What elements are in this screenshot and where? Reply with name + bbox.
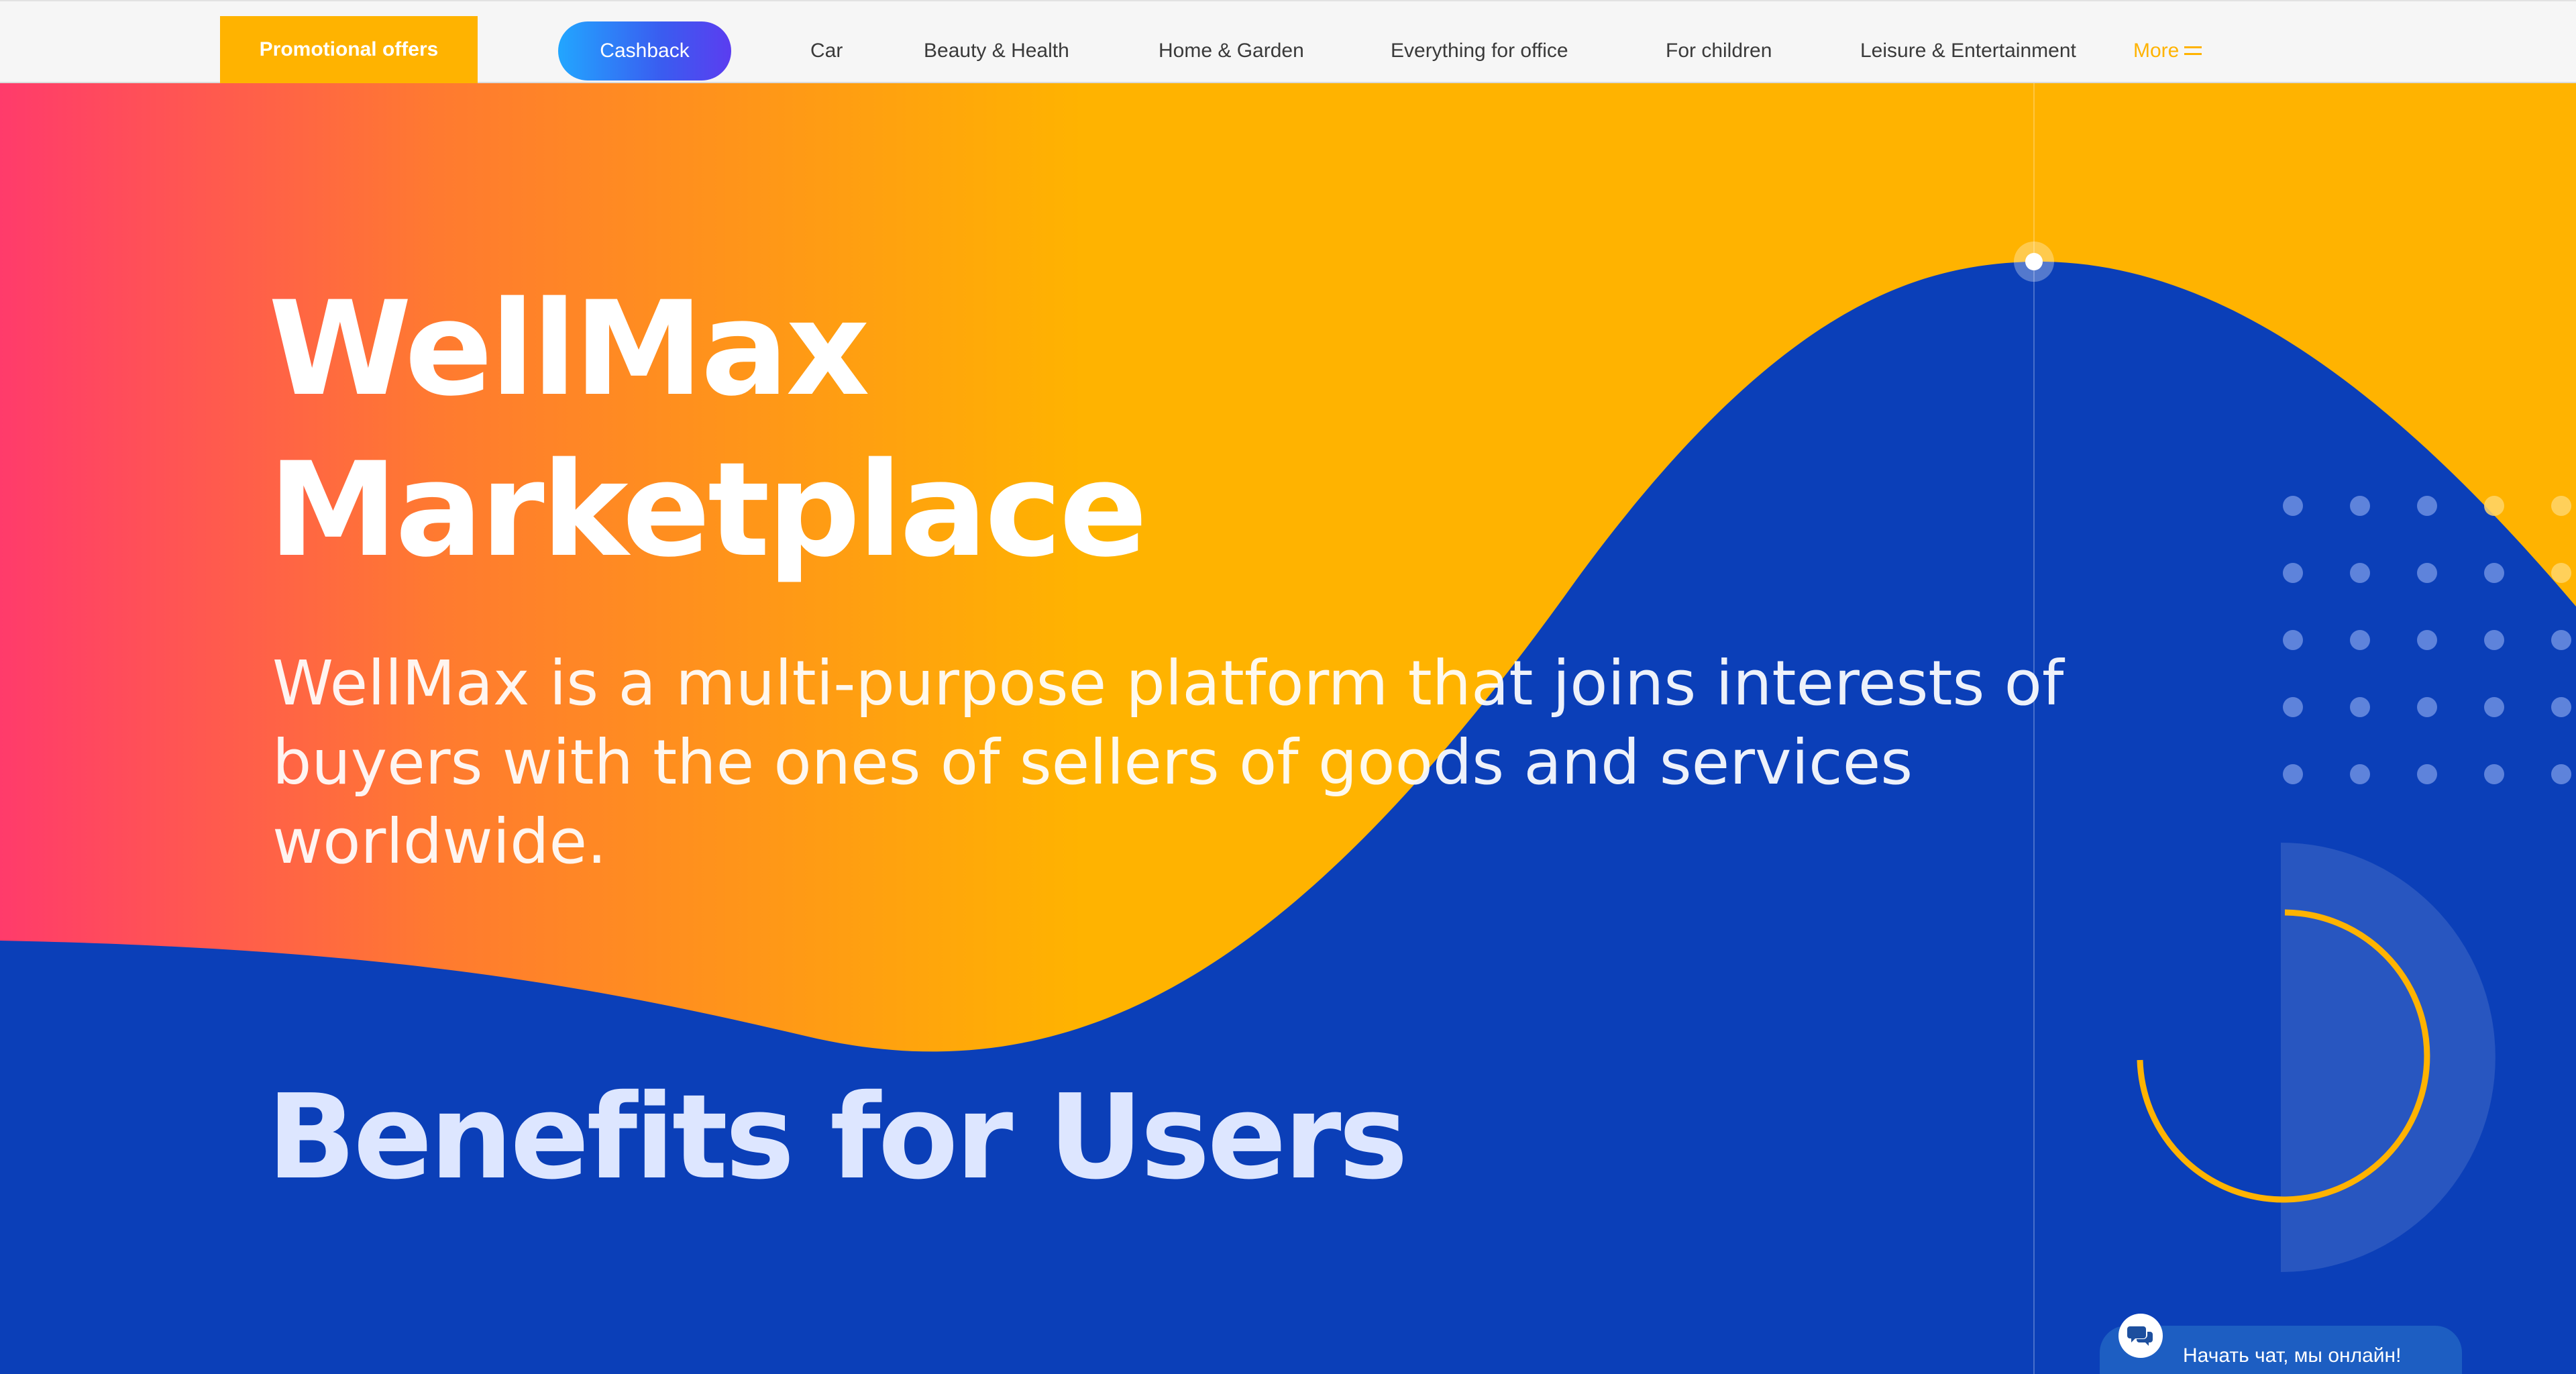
- nav-more-label: More: [2133, 40, 2180, 62]
- hero-title-line-1: WellMax: [268, 273, 870, 425]
- page: Promotional offers Cashback Car Beauty &…: [0, 0, 2576, 1374]
- top-navigation: Promotional offers Cashback Car Beauty &…: [0, 0, 2576, 83]
- chat-widget-label: Начать чат, мы онлайн!: [2183, 1344, 2402, 1367]
- benefits-title: Benefits for Users: [267, 1069, 1408, 1206]
- menu-icon: [2184, 46, 2202, 56]
- nav-cashback-button[interactable]: Cashback: [558, 21, 731, 81]
- nav-promotional-offers[interactable]: Promotional offers: [220, 16, 478, 83]
- nav-link-leisure-entertainment[interactable]: Leisure & Entertainment: [1860, 34, 2076, 68]
- hero-title-line-2: Marketplace: [268, 434, 1148, 586]
- nav-link-home-garden[interactable]: Home & Garden: [1159, 34, 1304, 68]
- nav-link-for-children[interactable]: For children: [1666, 34, 1772, 68]
- chat-bubbles-icon[interactable]: [2118, 1314, 2163, 1358]
- nav-link-car[interactable]: Car: [810, 34, 843, 68]
- hero-section: WellMax Marketplace WellMax is a multi-p…: [0, 83, 2576, 1374]
- nav-more-menu[interactable]: More: [2133, 34, 2202, 68]
- nav-link-everything-for-office[interactable]: Everything for office: [1391, 34, 1568, 68]
- hero-title: WellMax Marketplace: [268, 268, 1148, 590]
- nav-link-beauty-health[interactable]: Beauty & Health: [924, 34, 1069, 68]
- hero-description: WellMax is a multi-purpose platform that…: [272, 647, 2064, 878]
- peak-marker-dot: [2025, 253, 2043, 270]
- chat-bubbles-glyph: [2127, 1326, 2153, 1346]
